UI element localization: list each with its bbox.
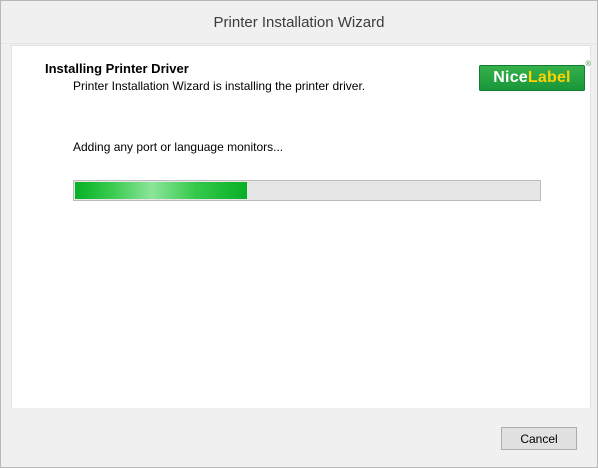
progress-bar — [73, 180, 541, 201]
button-bar: Cancel — [1, 408, 597, 467]
content-panel: Installing Printer Driver Printer Instal… — [11, 45, 591, 409]
page-subtitle: Printer Installation Wizard is installin… — [73, 79, 366, 93]
page-title: Installing Printer Driver — [45, 61, 189, 76]
logo-text-label: Label — [527, 69, 571, 86]
logo-text-nice: Nice — [493, 69, 528, 86]
registered-mark: ® — [585, 61, 591, 68]
status-text: Adding any port or language monitors... — [73, 140, 284, 154]
cancel-button[interactable]: Cancel — [501, 427, 577, 450]
installer-window: Printer Installation Wizard Installing P… — [0, 0, 598, 468]
nicelabel-logo: Nice Label ® — [479, 61, 591, 91]
progress-fill — [75, 182, 247, 199]
window-title: Printer Installation Wizard — [213, 13, 385, 31]
title-bar[interactable]: Printer Installation Wizard — [1, 1, 597, 44]
